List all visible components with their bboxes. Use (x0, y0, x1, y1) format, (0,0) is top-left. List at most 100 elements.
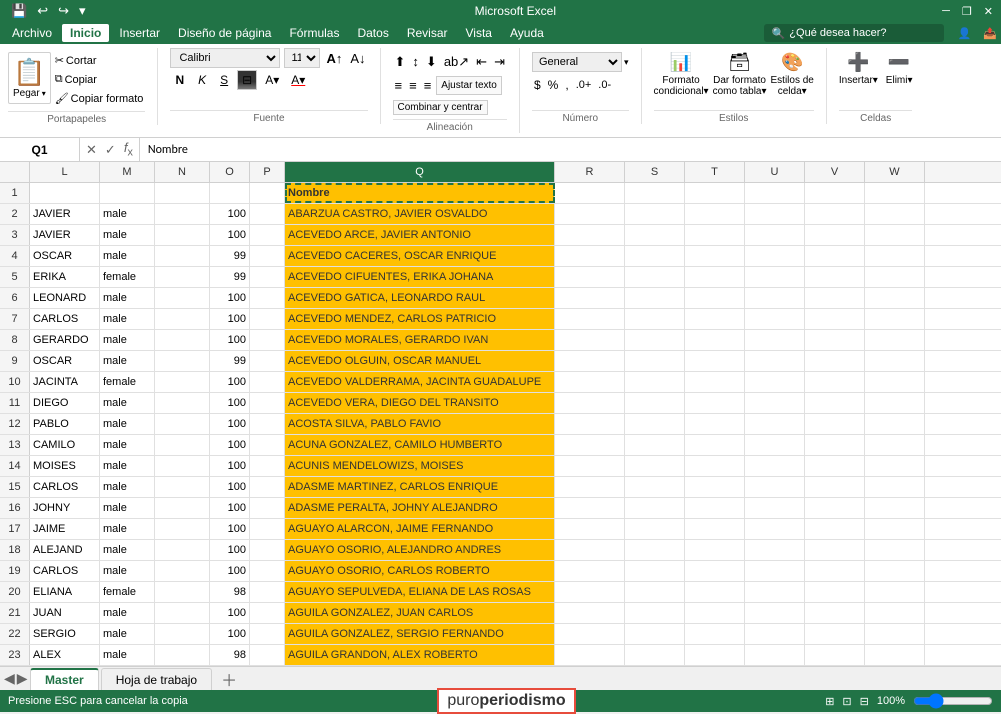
cell-w[interactable] (865, 183, 925, 203)
cell-s[interactable] (625, 645, 685, 665)
number-format-select[interactable]: General (532, 52, 622, 72)
cell-v[interactable] (805, 204, 865, 224)
cell-s[interactable] (625, 603, 685, 623)
cell-r[interactable] (555, 330, 625, 350)
cell-u[interactable] (745, 225, 805, 245)
confirm-formula-button[interactable]: ✓ (103, 142, 118, 158)
align-middle-button[interactable]: ↕ (410, 52, 421, 72)
cell-l[interactable]: CAMILO (30, 435, 100, 455)
cell-n[interactable] (155, 225, 210, 245)
indent-decrease-button[interactable]: ⇤ (474, 52, 489, 72)
cell-q[interactable]: ACUNIS MENDELOWIZS, MOISES (285, 456, 555, 476)
insert-function-button[interactable]: fx (122, 140, 135, 159)
cell-u[interactable] (745, 435, 805, 455)
cell-q[interactable]: ACEVEDO VERA, DIEGO DEL TRANSITO (285, 393, 555, 413)
font-size-select[interactable]: 11 (284, 48, 320, 68)
cell-q[interactable]: ACOSTA SILVA, PABLO FAVIO (285, 414, 555, 434)
cell-s[interactable] (625, 246, 685, 266)
cell-o[interactable]: 98 (210, 645, 250, 665)
formula-input[interactable] (140, 138, 1001, 161)
cell-p[interactable] (250, 603, 285, 623)
cell-u[interactable] (745, 204, 805, 224)
cell-s[interactable] (625, 372, 685, 392)
cell-n[interactable] (155, 267, 210, 287)
cell-u[interactable] (745, 519, 805, 539)
cell-t[interactable] (685, 435, 745, 455)
cell-o[interactable]: 99 (210, 351, 250, 371)
cell-o[interactable]: 100 (210, 204, 250, 224)
cell-l[interactable]: ELIANA (30, 582, 100, 602)
cell-r[interactable] (555, 540, 625, 560)
col-header-m[interactable]: M (100, 162, 155, 182)
cell-r[interactable] (555, 246, 625, 266)
cell-r[interactable] (555, 183, 625, 203)
cell-o[interactable]: 100 (210, 288, 250, 308)
cell-q[interactable]: ACEVEDO OLGUIN, OSCAR MANUEL (285, 351, 555, 371)
cell-q[interactable]: AGUILA GRANDON, ALEX ROBERTO (285, 645, 555, 665)
col-header-p[interactable]: P (250, 162, 285, 182)
italic-button[interactable]: K (193, 70, 211, 90)
cell-p[interactable] (250, 330, 285, 350)
cell-m[interactable]: female (100, 372, 155, 392)
cell-n[interactable] (155, 624, 210, 644)
cell-m[interactable] (100, 183, 155, 203)
cell-n[interactable] (155, 204, 210, 224)
align-top-button[interactable]: ⬆ (393, 52, 408, 72)
number-format-expand[interactable]: ▾ (624, 57, 629, 68)
cell-o[interactable]: 100 (210, 330, 250, 350)
cell-o[interactable]: 98 (210, 582, 250, 602)
cancel-formula-button[interactable]: ✕ (84, 142, 99, 158)
cell-v[interactable] (805, 309, 865, 329)
cell-w[interactable] (865, 351, 925, 371)
cell-s[interactable] (625, 414, 685, 434)
cell-u[interactable] (745, 330, 805, 350)
account-button[interactable]: 👤 (958, 27, 972, 40)
cell-u[interactable] (745, 309, 805, 329)
cell-p[interactable] (250, 456, 285, 476)
cell-r[interactable] (555, 561, 625, 581)
cell-m[interactable]: male (100, 645, 155, 665)
cell-w[interactable] (865, 372, 925, 392)
cell-v[interactable] (805, 435, 865, 455)
cell-r[interactable] (555, 309, 625, 329)
sheet-tab-master[interactable]: Master (30, 668, 99, 690)
cell-t[interactable] (685, 519, 745, 539)
cell-p[interactable] (250, 498, 285, 518)
cell-q[interactable]: ADASME MARTINEZ, CARLOS ENRIQUE (285, 477, 555, 497)
col-header-t[interactable]: T (685, 162, 745, 182)
cell-s[interactable] (625, 540, 685, 560)
cell-l[interactable]: JAVIER (30, 204, 100, 224)
cell-m[interactable]: male (100, 603, 155, 623)
comma-button[interactable]: , (563, 76, 570, 94)
cell-v[interactable] (805, 540, 865, 560)
delete-button[interactable]: ➖ Elimi▾ (886, 52, 913, 86)
cell-p[interactable] (250, 204, 285, 224)
cell-o[interactable] (210, 183, 250, 203)
cell-w[interactable] (865, 477, 925, 497)
cell-o[interactable]: 100 (210, 540, 250, 560)
cell-l[interactable]: JAVIER (30, 225, 100, 245)
cell-q[interactable]: ABARZUA CASTRO, JAVIER OSVALDO (285, 204, 555, 224)
cell-o[interactable]: 100 (210, 393, 250, 413)
cell-q[interactable]: AGUAYO SEPULVEDA, ELIANA DE LAS ROSAS (285, 582, 555, 602)
cell-p[interactable] (250, 309, 285, 329)
cell-u[interactable] (745, 267, 805, 287)
add-sheet-button[interactable]: ＋ (218, 668, 240, 690)
col-header-o[interactable]: O (210, 162, 250, 182)
cell-v[interactable] (805, 372, 865, 392)
cell-p[interactable] (250, 351, 285, 371)
cell-t[interactable] (685, 498, 745, 518)
cell-w[interactable] (865, 456, 925, 476)
font-color-button[interactable]: A▾ (287, 71, 309, 89)
cell-t[interactable] (685, 477, 745, 497)
cell-t[interactable] (685, 624, 745, 644)
cell-n[interactable] (155, 330, 210, 350)
cell-u[interactable] (745, 624, 805, 644)
cell-r[interactable] (555, 624, 625, 644)
paste-button[interactable]: 📋 Pegar▾ (8, 52, 51, 104)
cell-q[interactable]: ACEVEDO CIFUENTES, ERIKA JOHANA (285, 267, 555, 287)
col-header-s[interactable]: S (625, 162, 685, 182)
cell-t[interactable] (685, 330, 745, 350)
cell-p[interactable] (250, 288, 285, 308)
cell-u[interactable] (745, 582, 805, 602)
